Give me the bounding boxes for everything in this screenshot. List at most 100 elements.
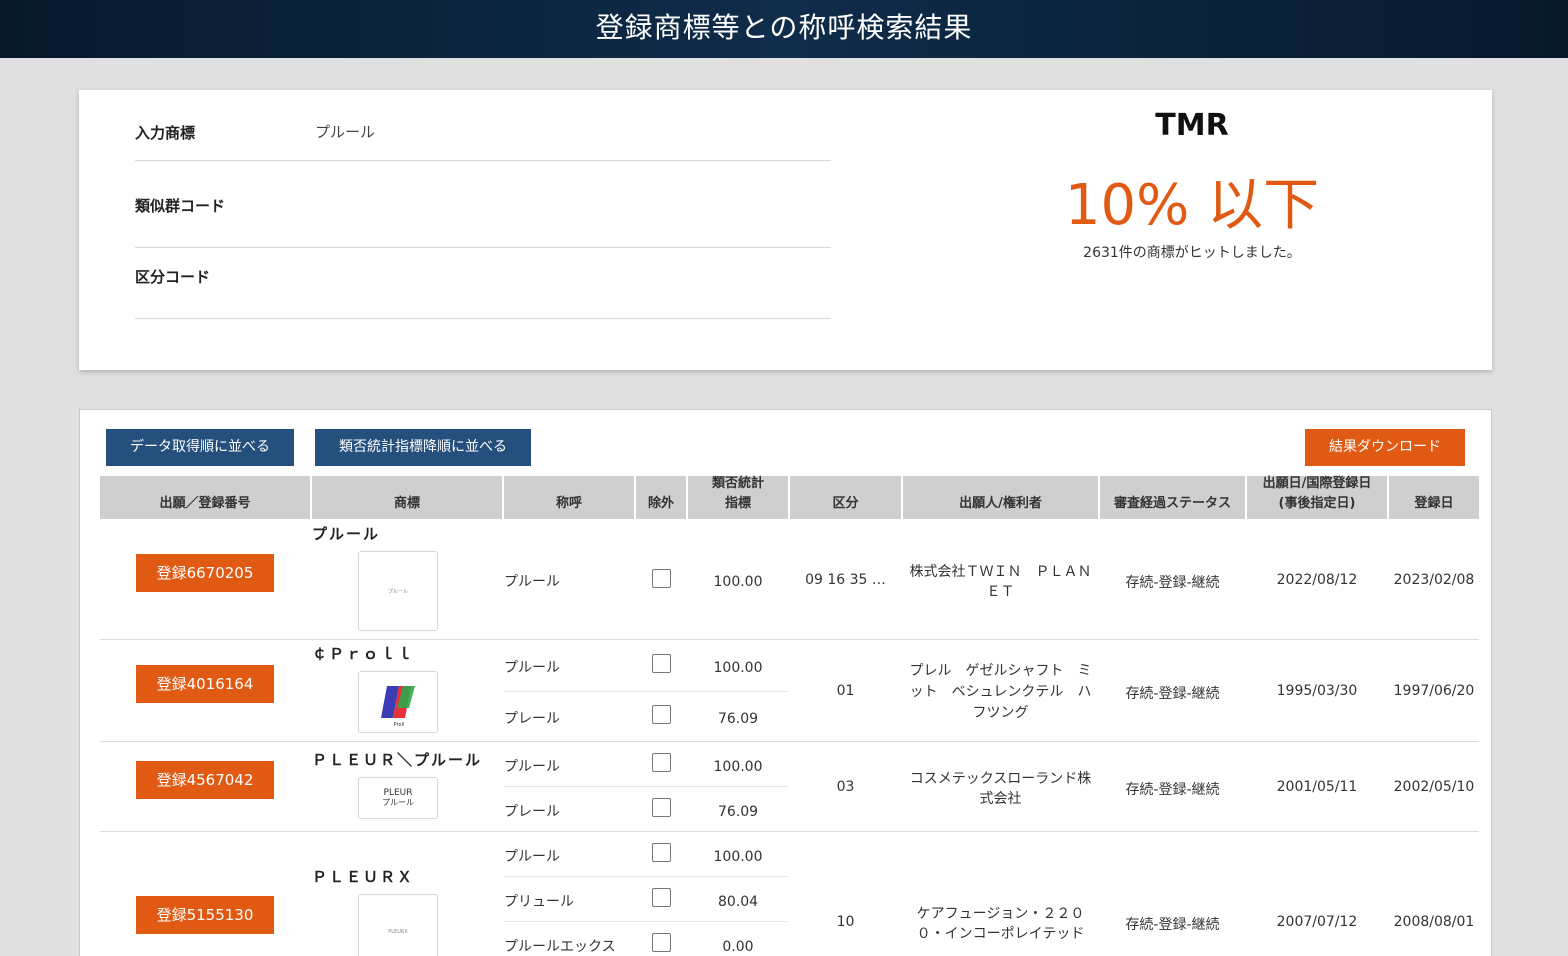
trademark-image[interactable]: PLEURX: [358, 894, 438, 956]
trademark-name: ＰＬＥＵＲＸ: [312, 868, 415, 886]
class-codes: 10: [836, 914, 855, 930]
similarity-score: 76.09: [717, 711, 759, 727]
registration-date: 2002/05/10: [1393, 779, 1475, 795]
similarity-score: 80.04: [717, 894, 759, 910]
download-results-button[interactable]: 結果ダウンロード: [1305, 429, 1465, 466]
trademark-image[interactable]: PLEUR プルール: [358, 777, 438, 819]
reading-text: プルール: [504, 759, 560, 775]
exclude-checkbox[interactable]: [652, 798, 671, 817]
registration-number-button[interactable]: 登録4016164: [136, 665, 274, 703]
tmr-label: TMR: [1155, 108, 1229, 143]
similarity-score: 76.09: [717, 804, 759, 820]
registration-number-button[interactable]: 登録5155130: [136, 896, 274, 934]
registration-number-button[interactable]: 登録4567042: [136, 761, 274, 799]
header-text: 区分: [832, 496, 859, 511]
status-text: 存続-登録-継続: [1125, 917, 1220, 933]
exclude-checkbox[interactable]: [652, 843, 671, 862]
header-text: 出願日/国際登録日: [1262, 476, 1372, 491]
exclude-checkbox[interactable]: [652, 753, 671, 772]
column-header-similarity: 類否統計 指標: [688, 476, 788, 519]
thumb-text: プルール: [387, 589, 408, 595]
field-label: 入力商標: [135, 124, 196, 142]
header-text: (事後指定日): [1278, 496, 1356, 511]
class-codes: 01: [836, 683, 855, 699]
header-text: 登録日: [1414, 496, 1454, 511]
registration-date: 1997/06/20: [1393, 683, 1475, 699]
exclude-checkbox[interactable]: [652, 569, 671, 588]
header-text: 出願人/権利者: [959, 496, 1042, 511]
applicant-name: コスメテックスローランド株 式会社: [903, 768, 1098, 808]
page-title: 登録商標等との称呼検索結果: [595, 11, 973, 44]
sort-by-similarity-button[interactable]: 類否統計指標降順に並べる: [315, 429, 531, 466]
trademark-name: プルール: [312, 525, 381, 543]
applicant-line: ０・インコーポレイテッド: [916, 926, 1085, 942]
sub-row-divider: [504, 786, 788, 787]
header-text: 出願／登録番号: [159, 496, 251, 511]
proll-logo-icon: Proll: [381, 686, 415, 728]
reading-text: プルール: [504, 849, 560, 865]
header-text: 指標: [724, 496, 751, 511]
thumb-text: PLEURX: [388, 929, 408, 935]
row-divider: [100, 741, 1479, 742]
filing-date: 2022/08/12: [1276, 572, 1358, 588]
sub-row-divider: [504, 876, 788, 877]
hit-count-text: 2631件の商標がヒットしました。: [1083, 245, 1301, 261]
column-header-status: 審査経過ステータス: [1100, 476, 1245, 519]
column-header-mark: 商標: [312, 476, 502, 519]
applicant-line: 式会社: [979, 791, 1022, 807]
registration-number-button[interactable]: 登録6670205: [136, 554, 274, 592]
applicant-line: ケアフュージョン・２２０: [916, 906, 1085, 922]
reading-text: プレール: [504, 804, 560, 820]
applicant-name: 株式会社ＴＷＩＮ ＰＬＡＮ ＥＴ: [903, 561, 1098, 601]
similarity-score: 100.00: [713, 849, 763, 865]
reading-text: プルール: [504, 660, 560, 676]
search-summary-card: 入力商標 プルール 類似群コード 区分コード TMR 10% 以下 2631件の…: [79, 90, 1492, 370]
column-header-reading: 称呼: [504, 476, 634, 519]
similarity-score: 0.00: [722, 939, 754, 955]
field-input-mark: 入力商標 プルール: [135, 90, 831, 161]
similarity-score: 100.00: [713, 660, 763, 676]
field-value: プルール: [315, 123, 376, 141]
filing-date: 2007/07/12: [1276, 914, 1358, 930]
filing-date: 1995/03/30: [1276, 683, 1358, 699]
column-header-applicant: 出願人/権利者: [903, 476, 1098, 519]
row-divider: [100, 639, 1479, 640]
thumb-text: Proll: [394, 722, 405, 728]
reading-text: プリュール: [504, 894, 574, 910]
applicant-line: ＥＴ: [986, 584, 1015, 600]
field-label: 区分コード: [135, 268, 211, 286]
header-text: 類否統計: [711, 476, 764, 491]
trademark-name: ＰＬＥＵＲ＼プルール: [312, 751, 483, 769]
results-card: データ取得順に並べる 類否統計指標降順に並べる 結果ダウンロード 出願／登録番号…: [79, 409, 1492, 956]
status-text: 存続-登録-継続: [1125, 686, 1220, 702]
class-codes: 09 16 35 …: [805, 572, 886, 588]
sub-row-divider: [504, 691, 788, 692]
column-header-exclude: 除外: [636, 476, 686, 519]
row-divider: [100, 831, 1479, 832]
applicant-line: コスメテックスローランド株: [909, 771, 1092, 787]
column-header-filing-date: 出願日/国際登録日 (事後指定日): [1247, 476, 1387, 519]
thumb-text: プルール: [382, 798, 414, 807]
thumb-text: PLEUR: [383, 788, 413, 798]
sort-by-acquisition-button[interactable]: データ取得順に並べる: [106, 429, 294, 466]
reading-text: プレール: [504, 711, 560, 727]
registration-date: 2023/02/08: [1393, 572, 1475, 588]
exclude-checkbox[interactable]: [652, 888, 671, 907]
field-similar-group-code: 類似群コード: [135, 177, 831, 248]
column-header-class: 区分: [790, 476, 901, 519]
trademark-image[interactable]: プルール: [358, 551, 438, 631]
class-codes: 03: [836, 779, 855, 795]
applicant-line: プレル ゲゼルシャフト ミ: [909, 663, 1092, 679]
applicant-name: ケアフュージョン・２２０ ０・インコーポレイテッド: [903, 903, 1098, 943]
exclude-checkbox[interactable]: [652, 705, 671, 724]
exclude-checkbox[interactable]: [652, 654, 671, 673]
exclude-checkbox[interactable]: [652, 933, 671, 952]
trademark-image[interactable]: Proll: [358, 671, 438, 733]
status-text: 存続-登録-継続: [1125, 782, 1220, 798]
column-header-number: 出願／登録番号: [100, 476, 310, 519]
field-label: 類似群コード: [135, 197, 226, 215]
sub-row-divider: [504, 921, 788, 922]
status-text: 存続-登録-継続: [1125, 575, 1220, 591]
header-text: 商標: [393, 496, 420, 511]
reading-text: プルール: [504, 574, 560, 590]
